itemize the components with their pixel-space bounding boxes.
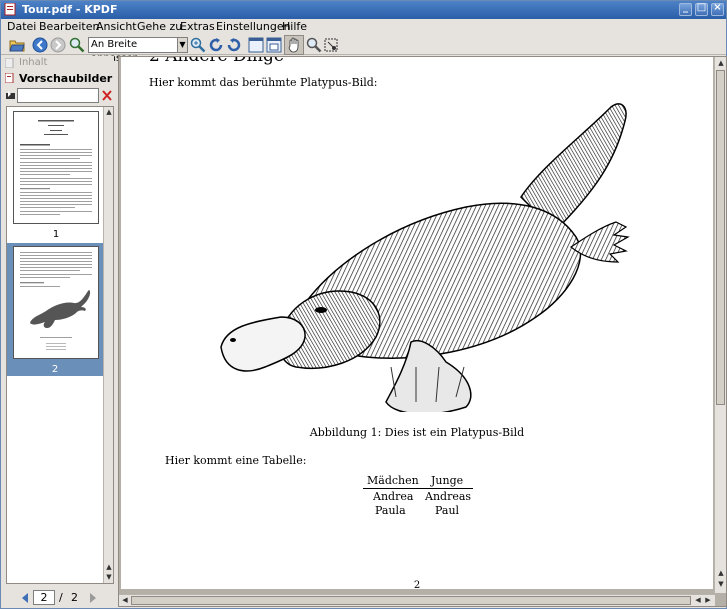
scroll-up-icon[interactable]: ▲ <box>104 562 114 572</box>
table-row: Paula Paul <box>363 503 473 517</box>
zoom-tool-icon[interactable] <box>306 37 322 53</box>
figure-caption: Abbildung 1: Dies ist ein Platypus-Bild <box>309 426 525 439</box>
thumbnail-filter-input[interactable] <box>17 88 99 103</box>
zoom-in-icon[interactable] <box>190 37 206 53</box>
toolbar: An Breite anpassen ▼ <box>1 35 726 64</box>
table-header-row: Mädchen Junge <box>363 473 473 489</box>
close-icon: × <box>713 2 722 13</box>
thumbnail-page-1[interactable]: 1 <box>9 111 103 241</box>
open-file-icon[interactable] <box>9 37 25 53</box>
table-intro-text: Hier kommt eine Tabelle: <box>165 454 307 467</box>
tab-thumbnails[interactable]: Vorschaubilder <box>3 70 114 86</box>
tab-thumbnails-label: Vorschaubilder <box>19 72 113 85</box>
scroll-up-icon[interactable]: ▲ <box>716 568 726 578</box>
menu-extras[interactable]: Extras <box>180 20 215 33</box>
next-page-icon[interactable] <box>89 593 97 603</box>
tab-inhalt[interactable]: Inhalt <box>3 56 114 70</box>
chevron-down-icon[interactable]: ▼ <box>177 38 187 52</box>
previous-page-icon[interactable] <box>21 593 29 603</box>
hand-icon <box>288 37 299 53</box>
scroll-down-icon[interactable]: ▼ <box>104 572 114 582</box>
sidebar: Inhalt Vorschaubilder 1 2 ▲ ▲ ▼ 2 / 2 <box>3 56 114 607</box>
single-page-view-icon[interactable] <box>248 37 264 53</box>
table-row: Andrea Andreas <box>363 489 473 503</box>
table-header-cell: Mädchen <box>367 474 419 487</box>
table-cell: Paula <box>375 504 406 517</box>
menu-bearbeiten[interactable]: Bearbeiten <box>39 20 99 33</box>
page-number: 2 <box>413 580 421 589</box>
thumbnail-page-1-image <box>13 111 99 224</box>
thumbnail-page-2-image <box>13 246 99 359</box>
section-heading: 2 Andere Dinge <box>149 57 284 66</box>
horizontal-scroll-thumb[interactable] <box>131 596 691 605</box>
browse-tool-button[interactable] <box>284 35 304 55</box>
zoom-icon[interactable] <box>69 37 85 53</box>
data-table: Mädchen Junge Andrea Andreas Paula Paul <box>363 473 473 517</box>
thumbnail-page-1-number: 1 <box>52 229 60 240</box>
thumbnail-scrollbar[interactable]: ▲ ▲ ▼ <box>103 107 113 583</box>
maximize-icon: □ <box>696 2 707 13</box>
total-pages: 2 <box>71 591 78 604</box>
title-bar[interactable]: Tour.pdf - KPDF _ □ × <box>1 1 726 19</box>
scroll-right-icon[interactable]: ▶ <box>703 595 713 605</box>
back-icon[interactable] <box>32 37 48 53</box>
main-window: Tour.pdf - KPDF _ □ × Datei Bearbeiten A… <box>0 0 727 609</box>
scroll-up-icon[interactable]: ▲ <box>104 107 114 117</box>
menu-einstellungen[interactable]: Einstellungen <box>216 20 291 33</box>
menu-hilfe[interactable]: Hilfe <box>282 20 307 33</box>
zoom-select[interactable]: An Breite anpassen ▼ <box>88 37 188 64</box>
menu-gehe-zu[interactable]: Gehe zu <box>137 20 182 33</box>
thumbnail-list[interactable]: 1 2 ▲ ▲ ▼ <box>6 106 114 584</box>
rotate-right-icon[interactable] <box>226 37 242 53</box>
menu-bar: Datei Bearbeiten Ansicht Gehe zu Extras … <box>1 19 726 35</box>
page-separator: / <box>59 591 63 604</box>
menu-datei[interactable]: Datei <box>7 20 36 33</box>
select-tool-icon[interactable] <box>323 37 339 53</box>
thumbnail-page-2-number: 2 <box>51 364 59 375</box>
table-header-cell: Junge <box>431 474 464 487</box>
menu-ansicht[interactable]: Ansicht <box>96 20 137 33</box>
page-number-input[interactable] <box>33 590 55 605</box>
document-view[interactable]: 2 Andere Dinge Hier kommt das berühmte P… <box>118 56 727 607</box>
forward-icon[interactable] <box>50 37 66 53</box>
pdf-page: 2 Andere Dinge Hier kommt das berühmte P… <box>121 57 713 589</box>
minimize-button[interactable]: _ <box>679 2 692 16</box>
window-title: Tour.pdf - KPDF <box>22 3 118 16</box>
thumbnails-icon <box>5 73 14 83</box>
two-page-view-icon[interactable] <box>266 37 282 53</box>
intro-text: Hier kommt das berühmte Platypus-Bild: <box>149 76 378 89</box>
scroll-left-icon[interactable]: ◀ <box>693 595 703 605</box>
thumbnail-page-1-text-lines <box>20 120 92 215</box>
thumbnail-filter-row <box>3 87 114 105</box>
vertical-scroll-thumb[interactable] <box>716 70 725 405</box>
kpdf-app-icon <box>4 3 16 16</box>
close-button[interactable]: × <box>711 2 724 16</box>
table-cell: Paul <box>435 504 460 517</box>
horizontal-scrollbar[interactable]: ◀ ◀ ▶ <box>119 594 715 606</box>
rotate-left-icon[interactable] <box>208 37 224 53</box>
tab-inhalt-label: Inhalt <box>19 57 48 68</box>
thumbnail-page-2-content <box>20 252 92 350</box>
scroll-up-icon[interactable]: ▲ <box>716 58 726 68</box>
scroll-left-icon[interactable]: ◀ <box>120 595 130 605</box>
table-cell: Andrea <box>373 490 414 503</box>
contents-icon <box>5 58 14 68</box>
scroll-down-icon[interactable]: ▼ <box>716 579 726 589</box>
page-navigator: / 2 <box>3 589 114 607</box>
minimize-icon: _ <box>683 2 688 13</box>
vertical-scrollbar[interactable]: ▲ ▲ ▼ <box>714 57 726 593</box>
filter-icon <box>6 91 15 99</box>
clear-filter-icon[interactable] <box>101 89 113 102</box>
thumbnail-page-2[interactable]: 2 <box>7 243 103 376</box>
platypus-image <box>220 103 630 412</box>
maximize-button[interactable]: □ <box>695 2 708 16</box>
table-cell: Andreas <box>425 490 472 503</box>
